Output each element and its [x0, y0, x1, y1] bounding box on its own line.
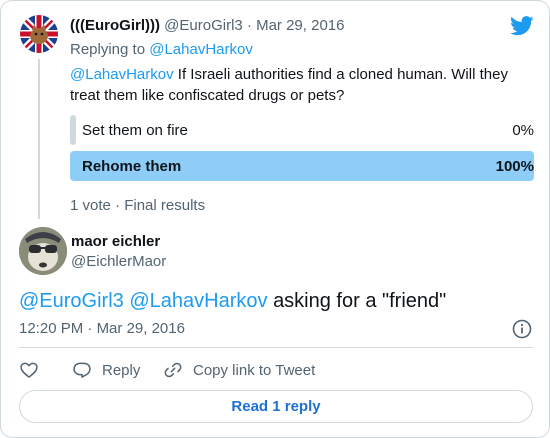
divider [19, 347, 533, 348]
poll-option-2-percent: 100% [495, 158, 534, 175]
parent-handle[interactable]: @EuroGirl3 [164, 17, 243, 34]
heart-icon [20, 362, 38, 378]
reply-avatar[interactable] [19, 227, 67, 275]
parent-avatar[interactable] [20, 15, 58, 53]
poll-option-2: Rehome them 100% [70, 151, 534, 181]
parent-date[interactable]: Mar 29, 2016 [256, 17, 344, 34]
poll-option-1: Set them on fire 0% [70, 115, 534, 145]
reply-mention-2[interactable]: @LahavHarkov [129, 290, 267, 312]
embedded-tweet-card: (((EuroGirl))) @EuroGirl3 · Mar 29, 2016… [0, 0, 550, 438]
reply-handle[interactable]: @EichlerMaor [71, 253, 166, 270]
twitter-bird-icon[interactable] [510, 16, 534, 36]
reply-timestamp[interactable]: 12:20 PM · Mar 29, 2016 [19, 320, 185, 337]
reply-display-name[interactable]: maor eichler [71, 233, 160, 250]
header-separator: · [246, 17, 252, 34]
info-icon[interactable] [512, 319, 532, 339]
poll-option-1-percent: 0% [512, 122, 534, 139]
poll-summary: 1 vote · Final results [70, 197, 205, 214]
reply-time-separator: · [87, 320, 93, 337]
poll-option-1-label: Set them on fire [82, 122, 188, 139]
replying-prefix: Replying to [70, 41, 146, 58]
reply-date: Mar 29, 2016 [96, 320, 185, 337]
poll-status: Final results [124, 197, 206, 214]
poll-separator: · [115, 197, 121, 214]
parent-tweet-text: @LahavHarkov If Israeli authorities find… [70, 64, 535, 106]
like-button[interactable] [19, 359, 49, 381]
parent-display-name[interactable]: (((EuroGirl))) [70, 17, 160, 34]
reply-mention-1[interactable]: @EuroGirl3 [19, 290, 124, 312]
link-icon [164, 362, 182, 378]
reply-tweet-text: @EuroGirl3 @LahavHarkov asking for a "fr… [19, 289, 446, 313]
thread-connector-line [38, 59, 40, 219]
replying-to-line: Replying to @LahavHarkov [70, 41, 253, 58]
poll-votes: 1 vote [70, 197, 111, 214]
poll-option-1-bar [70, 115, 76, 145]
poll-option-2-label: Rehome them [82, 158, 182, 175]
speech-bubble-icon [73, 362, 91, 378]
replying-to-mention[interactable]: @LahavHarkov [149, 41, 253, 58]
copy-link-button[interactable]: Copy link to Tweet [163, 359, 315, 381]
parent-text-mention[interactable]: @LahavHarkov [70, 66, 174, 83]
reply-time: 12:20 PM [19, 320, 84, 337]
parent-tweet-header: (((EuroGirl))) @EuroGirl3 · Mar 29, 2016 [70, 17, 344, 34]
read-replies-button[interactable]: Read 1 reply [19, 390, 533, 423]
reply-button-label: Reply [102, 361, 141, 379]
copy-link-label: Copy link to Tweet [193, 361, 316, 379]
reply-button[interactable]: Reply [72, 359, 140, 381]
reply-text-body: asking for a "friend" [273, 290, 447, 312]
